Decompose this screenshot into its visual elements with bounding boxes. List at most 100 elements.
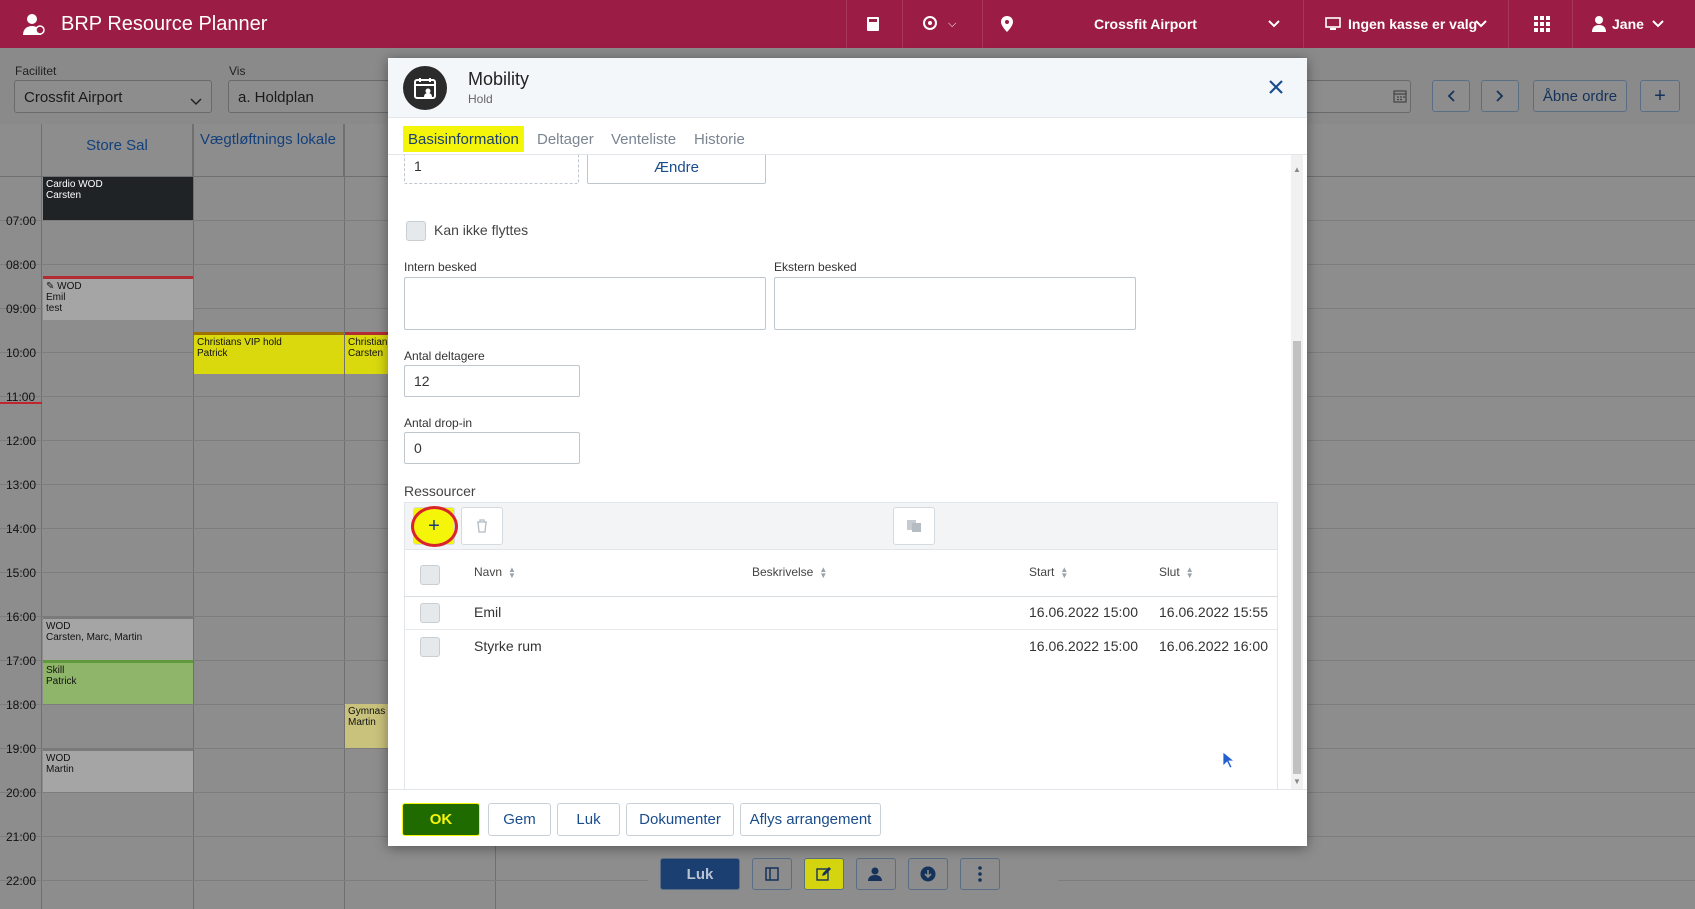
copy-icon bbox=[907, 520, 921, 532]
row-checkbox[interactable] bbox=[420, 637, 440, 657]
calendar-event[interactable]: Gymnas Martin bbox=[345, 704, 388, 748]
external-message-label: Ekstern besked bbox=[774, 260, 857, 274]
row-name: Styrke rum bbox=[474, 638, 542, 654]
participants-label: Antal deltagere bbox=[404, 349, 485, 363]
internal-message-field[interactable] bbox=[404, 277, 766, 330]
calendar-event[interactable]: Skill Patrick bbox=[43, 660, 193, 704]
dialog-body: 1 Ændre Kan ikke flyttes Intern besked E… bbox=[388, 155, 1307, 789]
scrollbar[interactable]: ▲ ▼ bbox=[1291, 155, 1303, 789]
chevron-down-icon[interactable] bbox=[1268, 0, 1280, 48]
chevron-right-icon bbox=[1496, 90, 1504, 102]
sidebar-toggle-icon[interactable] bbox=[752, 858, 792, 890]
cancel-event-button[interactable]: Aflys arrangement bbox=[740, 803, 881, 836]
time-label: 13:00 bbox=[6, 478, 37, 492]
download-icon[interactable] bbox=[908, 858, 948, 890]
current-time-line bbox=[0, 402, 42, 404]
calendar-event[interactable]: Christians VIP hold Patrick bbox=[194, 332, 344, 374]
tab-basisinformation[interactable]: Basisinformation bbox=[403, 126, 524, 152]
time-label: 16:00 bbox=[6, 610, 37, 624]
location-settings-icon[interactable]: ⌵ bbox=[922, 0, 956, 48]
column-header-end[interactable]: Slut ▲ ▼ bbox=[1159, 565, 1194, 579]
select-all-checkbox[interactable] bbox=[420, 565, 440, 585]
column-header-description[interactable]: Beskrivelse ▲ ▼ bbox=[752, 565, 827, 579]
dialog-title: Mobility bbox=[468, 69, 530, 89]
change-button[interactable]: Ændre bbox=[587, 155, 766, 184]
calendar-event[interactable]: WOD Carsten, Marc, Martin bbox=[43, 616, 193, 660]
facility-selector[interactable]: Crossfit Airport bbox=[1094, 0, 1197, 48]
bottom-toolbar: Luk bbox=[648, 845, 1058, 901]
cannot-move-label: Kan ikke flyttes bbox=[434, 222, 529, 238]
resources-toolbar bbox=[404, 502, 1278, 550]
scrollbar-thumb[interactable] bbox=[1293, 341, 1301, 774]
count-input[interactable]: 1 bbox=[404, 155, 579, 184]
user-app-icon bbox=[20, 0, 46, 48]
chevron-down-icon: ⌵ bbox=[948, 17, 957, 30]
prev-button[interactable] bbox=[1432, 80, 1470, 112]
column-header-name[interactable]: Navn ▲ ▼ bbox=[474, 565, 516, 579]
monitor-icon bbox=[1325, 0, 1341, 48]
time-label: 12:00 bbox=[6, 434, 37, 448]
facility-label: Facilitet bbox=[15, 64, 57, 78]
dropin-input[interactable]: 0 bbox=[404, 432, 580, 464]
column-header: Vægtløftnings lokale bbox=[193, 124, 344, 176]
cannot-move-checkbox[interactable] bbox=[406, 221, 426, 241]
resources-table bbox=[404, 550, 1278, 789]
time-label: 21:00 bbox=[6, 830, 37, 844]
column-header: Store Sal bbox=[42, 124, 193, 176]
participants-input[interactable]: 12 bbox=[404, 365, 580, 397]
dialog-footer: OK Gem Luk Dokumenter Aflys arrangement bbox=[388, 789, 1307, 846]
dropin-label: Antal drop-in bbox=[404, 416, 473, 430]
calendar-event[interactable]: ✎ WOD Emil test bbox=[43, 276, 193, 320]
row-name: Emil bbox=[474, 604, 502, 620]
register-icon[interactable] bbox=[866, 0, 880, 48]
more-options-icon[interactable] bbox=[960, 858, 1000, 890]
close-icon[interactable] bbox=[1268, 79, 1284, 98]
ok-button[interactable]: OK bbox=[402, 803, 480, 836]
event-dialog: Mobility Hold Basisinformation Deltager … bbox=[388, 58, 1307, 846]
close-button[interactable]: Luk bbox=[660, 858, 740, 890]
chevron-down-icon[interactable] bbox=[1475, 0, 1487, 48]
chevron-left-icon bbox=[1447, 90, 1455, 102]
time-label: 20:00 bbox=[6, 786, 37, 800]
register-selector[interactable]: Ingen kasse er valg bbox=[1348, 0, 1477, 48]
tab-deltager[interactable]: Deltager bbox=[532, 126, 599, 152]
pencil-icon: ✎ bbox=[46, 281, 55, 292]
add-button[interactable]: + bbox=[1640, 80, 1680, 112]
view-select[interactable]: a. Holdplan bbox=[228, 80, 398, 113]
next-button[interactable] bbox=[1481, 80, 1519, 112]
column-header-start[interactable]: Start ▲ ▼ bbox=[1029, 565, 1068, 579]
external-message-field[interactable] bbox=[774, 277, 1136, 330]
documents-button[interactable]: Dokumenter bbox=[626, 803, 734, 836]
time-label: 15:00 bbox=[6, 566, 37, 580]
time-label: 10:00 bbox=[6, 346, 37, 360]
calendar-icon[interactable] bbox=[1393, 89, 1407, 106]
chevron-down-icon bbox=[1652, 20, 1664, 28]
view-label: Vis bbox=[229, 64, 246, 78]
time-label: 09:00 bbox=[6, 302, 37, 316]
facility-select[interactable]: Crossfit Airport bbox=[14, 80, 212, 113]
map-pin-icon[interactable] bbox=[1001, 0, 1013, 48]
row-start: 16.06.2022 15:00 bbox=[1029, 638, 1138, 654]
edit-icon[interactable] bbox=[804, 858, 844, 890]
close-button[interactable]: Luk bbox=[557, 803, 620, 836]
tab-venteliste[interactable]: Venteliste bbox=[606, 126, 681, 152]
user-icon bbox=[1592, 16, 1606, 32]
save-button[interactable]: Gem bbox=[488, 803, 551, 836]
open-orders-button[interactable]: Åbne ordre bbox=[1533, 80, 1627, 112]
mouse-cursor-icon bbox=[1222, 751, 1236, 772]
time-label: 17:00 bbox=[6, 654, 37, 668]
user-menu[interactable]: Jane bbox=[1592, 0, 1664, 48]
internal-message-label: Intern besked bbox=[404, 260, 477, 274]
time-label: 18:00 bbox=[6, 698, 37, 712]
calendar-event[interactable]: WOD Martin bbox=[43, 748, 193, 792]
tab-historie[interactable]: Historie bbox=[689, 126, 750, 152]
calendar-event[interactable]: Christian Carsten bbox=[345, 332, 388, 374]
time-label: 22:00 bbox=[6, 874, 37, 888]
add-user-icon[interactable] bbox=[856, 858, 896, 890]
calendar-event[interactable]: Cardio WOD Carsten bbox=[43, 177, 193, 220]
delete-resource-button[interactable] bbox=[461, 507, 503, 545]
row-checkbox[interactable] bbox=[420, 603, 440, 623]
copy-resource-button[interactable] bbox=[893, 507, 935, 545]
apps-grid-icon[interactable] bbox=[1534, 0, 1550, 48]
dialog-header: Mobility Hold bbox=[388, 58, 1307, 118]
